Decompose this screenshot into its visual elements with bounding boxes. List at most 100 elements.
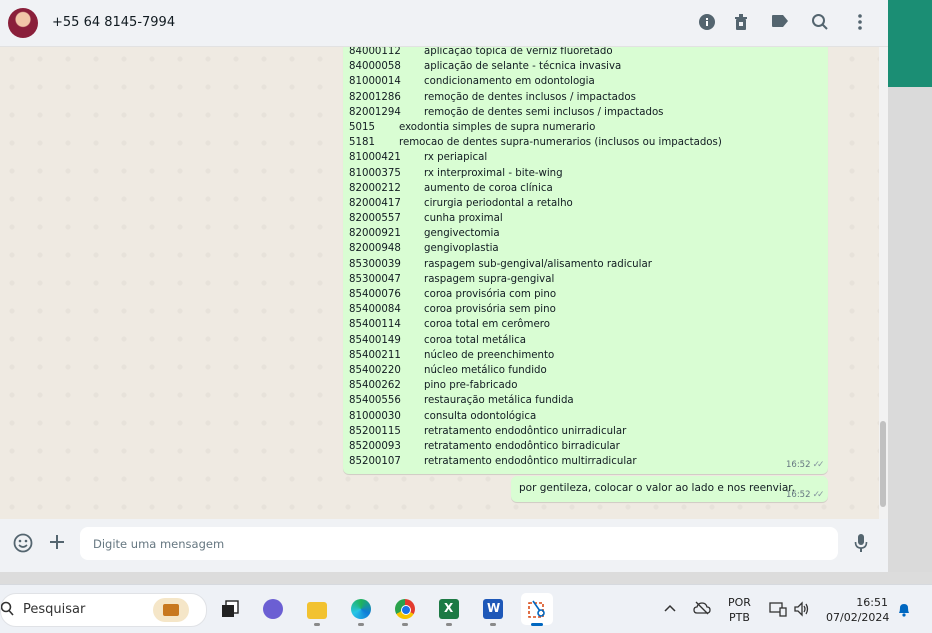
network-icon[interactable] [769, 601, 787, 621]
word-button[interactable]: W [477, 593, 509, 626]
procedure-code: 85400084 [349, 304, 401, 316]
word-icon: W [483, 599, 503, 619]
procedure-code: 82001294 [349, 106, 401, 118]
system-clock[interactable]: 16:51 07/02/2024 [826, 595, 889, 625]
language-indicator[interactable]: POR PTB [728, 595, 751, 625]
running-indicator [358, 623, 364, 626]
edge-button[interactable] [345, 593, 377, 626]
procedure-code: 85400076 [349, 289, 401, 300]
notification-bell-icon[interactable] [897, 601, 911, 621]
procedure-code: 82000921 [349, 228, 401, 240]
menu-icon[interactable] [850, 13, 870, 33]
excel-button[interactable]: X [433, 593, 465, 626]
contact-avatar[interactable] [8, 8, 38, 38]
chrome-icon [395, 599, 415, 619]
snipping-tool-button[interactable] [521, 593, 553, 626]
excel-icon: X [439, 599, 459, 619]
message-bubble-outgoing[interactable]: 84000112 aplicação tópica de verniz fluor… [343, 47, 828, 474]
message-input-box[interactable] [80, 527, 838, 560]
procedure-code: 85300039 [349, 258, 401, 270]
windows-taskbar: Pesquisar X W POR PTB 16:51 07/02/2024 [0, 584, 932, 633]
procedure-description: exodontia simples de supra numerario [399, 121, 596, 133]
taskbar-search[interactable]: Pesquisar [0, 593, 207, 627]
running-indicator [402, 623, 408, 626]
procedure-code: 85400262 [349, 380, 401, 392]
message-time: 16:52 ✓✓ [786, 490, 825, 500]
running-indicator [446, 623, 452, 626]
trash-icon[interactable] [731, 13, 751, 33]
plus-icon[interactable] [46, 533, 68, 555]
procedure-code: 85200107 [349, 456, 401, 468]
procedure-description: aumento de coroa clínica [424, 182, 553, 194]
chat-scrollbar[interactable] [879, 47, 888, 519]
file-explorer-button[interactable] [301, 593, 333, 626]
scrollbar-thumb[interactable] [880, 421, 886, 507]
procedure-code: 5015 [349, 121, 375, 133]
procedure-description: aplicação tópica de verniz fluoretado [424, 47, 613, 57]
search-icon[interactable] [810, 13, 830, 33]
procedure-code: 85400114 [349, 319, 401, 331]
volume-icon[interactable] [793, 601, 811, 621]
label-icon[interactable] [770, 13, 790, 33]
clock-time: 16:51 [856, 596, 888, 609]
procedure-description: núcleo de preenchimento [424, 349, 555, 361]
chrome-button[interactable] [389, 593, 421, 626]
procedure-description: remocao de dentes supra-numerarios (incl… [399, 137, 722, 149]
procedure-code: 82000557 [349, 213, 401, 225]
procedure-code: 82001286 [349, 91, 401, 103]
procedure-code: 82000948 [349, 243, 401, 255]
procedure-description: retratamento endodôntico unirradicular [424, 425, 627, 437]
procedure-code: 81000421 [349, 152, 401, 164]
message-input[interactable] [80, 527, 836, 560]
teams-button[interactable] [257, 593, 289, 625]
message-bubble-outgoing[interactable]: por gentileza, colocar o valor ao lado e… [511, 476, 828, 502]
procedure-code: 84000058 [349, 61, 401, 73]
folder-icon [307, 602, 327, 619]
running-indicator [490, 623, 496, 626]
emoji-icon[interactable] [12, 533, 34, 555]
procedure-code: 85400149 [349, 334, 401, 346]
running-indicator [531, 623, 543, 626]
double-check-icon: ✓✓ [812, 490, 825, 500]
message-text: por gentileza, colocar o valor ao lado e… [519, 482, 795, 494]
teams-icon [263, 599, 283, 619]
background-window [888, 87, 932, 572]
language-code: POR [728, 596, 751, 609]
procedure-description: raspagem sub-gengival/alisamento radicul… [424, 258, 652, 270]
task-view-button[interactable] [214, 593, 246, 625]
contact-name[interactable]: +55 64 8145-7994 [52, 15, 175, 30]
procedure-description: retratamento endodôntico birradicular [424, 440, 620, 452]
procedure-description: cirurgia periodontal a retalho [424, 197, 573, 209]
edge-icon [351, 599, 371, 619]
procedure-description: rx periapical [424, 152, 488, 164]
double-check-icon: ✓✓ [812, 460, 825, 470]
message-composer [0, 519, 888, 572]
microphone-icon[interactable] [850, 533, 872, 555]
procedure-code: 81000030 [349, 410, 401, 422]
procedure-code: 85200115 [349, 425, 401, 437]
procedure-code: 82000212 [349, 182, 401, 194]
procedure-description: remoção de dentes inclusos / impactados [424, 91, 636, 103]
whatsapp-window: +55 64 8145-7994 84000112 aplicação tópic… [0, 0, 888, 572]
procedure-description: retratamento endodôntico multirradicular [424, 456, 637, 468]
procedure-description: coroa total metálica [424, 334, 526, 346]
chat-header: +55 64 8145-7994 [0, 0, 888, 47]
briefcase-icon [153, 598, 189, 622]
info-icon[interactable] [697, 13, 717, 33]
procedure-code: 85400220 [349, 364, 401, 376]
procedure-code: 84000112 [349, 47, 401, 57]
procedure-description: coroa provisória com pino [424, 289, 557, 300]
procedure-description: restauração metálica fundida [424, 395, 574, 407]
keyboard-layout: PTB [729, 611, 750, 624]
search-label: Pesquisar [23, 602, 86, 617]
message-time: 16:52 ✓✓ [786, 460, 825, 470]
cloud-offline-icon[interactable] [693, 601, 711, 619]
procedure-code: 81000375 [349, 167, 401, 179]
task-view-icon [220, 599, 240, 619]
procedure-description: coroa total em cerômero [424, 319, 550, 331]
procedure-code: 82000417 [349, 197, 401, 209]
chevron-up-icon[interactable] [664, 601, 676, 617]
desktop-gap [0, 572, 932, 584]
running-indicator [314, 623, 320, 626]
chat-area[interactable]: 84000112 aplicação tópica de verniz fluor… [0, 47, 888, 519]
